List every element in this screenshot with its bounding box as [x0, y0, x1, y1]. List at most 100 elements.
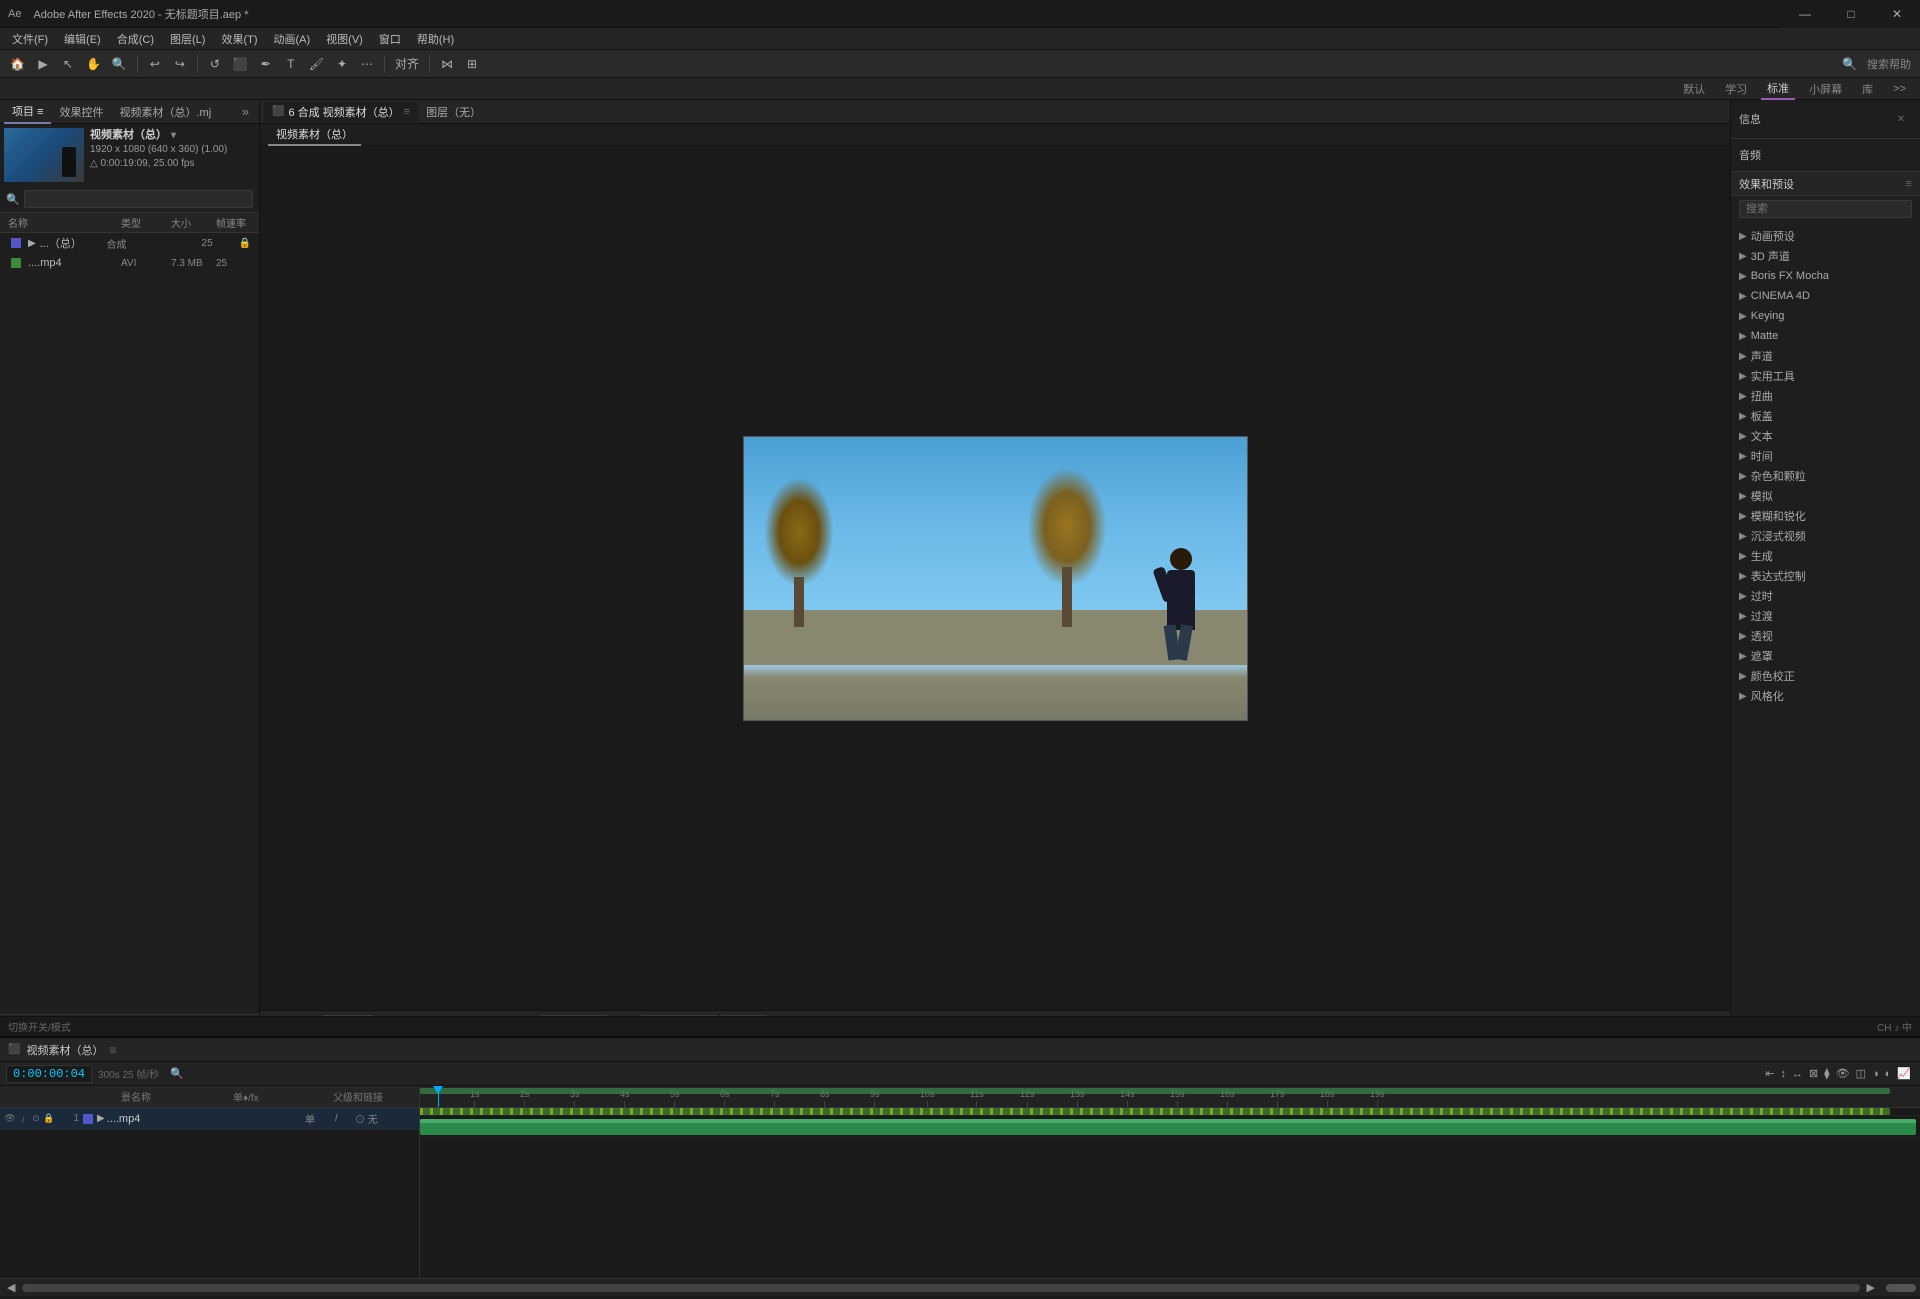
- project-search-input[interactable]: [24, 190, 253, 208]
- layer-audio-icon[interactable]: ♪: [17, 1113, 29, 1125]
- menu-effects[interactable]: 效果(T): [213, 28, 265, 50]
- ws-standard[interactable]: 标准: [1761, 78, 1795, 100]
- markers-btn[interactable]: ⧫: [1821, 1063, 1832, 1085]
- ws-library[interactable]: 库: [1856, 79, 1879, 99]
- undo-button[interactable]: ↩: [144, 53, 166, 75]
- fx-mask[interactable]: ▶ 遮罩: [1731, 646, 1920, 666]
- comp-tab-main[interactable]: ⬛ 6 合成 视频素材（总） ≡: [264, 102, 418, 122]
- rotate-tool[interactable]: ↺: [204, 53, 226, 75]
- effects-search-input[interactable]: [1739, 200, 1912, 218]
- menu-composition[interactable]: 合成(C): [109, 28, 162, 50]
- fx-cinema4d[interactable]: ▶ CINEMA 4D: [1731, 286, 1920, 306]
- fx-text[interactable]: ▶ 文本: [1731, 426, 1920, 446]
- layer-color-swatch-1[interactable]: [83, 1114, 93, 1124]
- timeline-current-time[interactable]: 0:00:00:04: [6, 1065, 92, 1083]
- minimize-button[interactable]: —: [1782, 0, 1828, 28]
- frame-blend-btn[interactable]: ◐: [1882, 1063, 1895, 1085]
- tab-footage[interactable]: 视频素材（总）.mj: [111, 100, 219, 124]
- trim-comp-btn[interactable]: ⊠: [1806, 1063, 1821, 1085]
- layer-expand-arrow[interactable]: ▶: [97, 1113, 105, 1124]
- fx-time[interactable]: ▶ 时间: [1731, 446, 1920, 466]
- stamp-tool[interactable]: ✦: [331, 53, 353, 75]
- fx-transition[interactable]: ▶ 过渡: [1731, 606, 1920, 626]
- menu-help[interactable]: 帮助(H): [409, 28, 462, 50]
- fx-distort[interactable]: ▶ 扭曲: [1731, 386, 1920, 406]
- file-item-comp[interactable]: ▶ ...（总） 合成 25 🔒: [0, 233, 259, 253]
- menu-window[interactable]: 窗口: [371, 28, 409, 50]
- prev-frame-btn[interactable]: ⇤: [1762, 1063, 1777, 1085]
- menu-file[interactable]: 文件(F): [4, 28, 56, 50]
- playhead[interactable]: [438, 1086, 439, 1107]
- info-close-button[interactable]: ✕: [1890, 108, 1912, 130]
- fx-noise-grain[interactable]: ▶ 杂色和颗粒: [1731, 466, 1920, 486]
- fx-perspective[interactable]: ▶ 透视: [1731, 626, 1920, 646]
- pen-tool[interactable]: ✒: [255, 53, 277, 75]
- fx-boris-mocha[interactable]: ▶ Boris FX Mocha: [1731, 266, 1920, 286]
- menu-animation[interactable]: 动画(A): [266, 28, 319, 50]
- fx-expression-controls[interactable]: ▶ 表达式控制: [1731, 566, 1920, 586]
- draft-btn[interactable]: ◫: [1853, 1063, 1869, 1085]
- fx-color-correction[interactable]: ▶ 颜色校正: [1731, 666, 1920, 686]
- fx-utility[interactable]: ▶ 实用工具: [1731, 366, 1920, 386]
- file-item-avi[interactable]: ....mp4 AVI 7.3 MB 25: [0, 253, 259, 273]
- move-layer-btn[interactable]: ↕: [1777, 1063, 1789, 1085]
- motion-blur-btn[interactable]: ◑: [1869, 1063, 1882, 1085]
- fx-generate[interactable]: ▶ 生成: [1731, 546, 1920, 566]
- maximize-button[interactable]: □: [1828, 0, 1874, 28]
- 3d-button[interactable]: ⊞: [461, 53, 483, 75]
- tl-zoom-thumb[interactable]: [1886, 1284, 1916, 1292]
- zoom-tool[interactable]: 🔍: [108, 53, 131, 75]
- fx-obsolete[interactable]: ▶ 过时: [1731, 586, 1920, 606]
- ws-more[interactable]: >>: [1887, 81, 1912, 97]
- graph-editor-btn[interactable]: 📈: [1894, 1063, 1914, 1085]
- shy-btn[interactable]: 👁: [1833, 1063, 1853, 1085]
- tab-effects-controls[interactable]: 效果控件: [51, 100, 111, 124]
- tl-scroll-left[interactable]: ◀: [4, 1277, 18, 1299]
- close-button[interactable]: ✕: [1874, 0, 1920, 28]
- fx-stylize[interactable]: ▶ 风格化: [1731, 686, 1920, 706]
- viewer-tab-footage[interactable]: 视频素材（总）: [268, 124, 361, 146]
- track-bar-1[interactable]: [420, 1119, 1916, 1135]
- play-button[interactable]: ▶: [32, 53, 54, 75]
- search-icon-tl[interactable]: 🔍: [167, 1063, 187, 1085]
- effects-more-icon[interactable]: ≡: [1906, 178, 1912, 190]
- redo-button[interactable]: ↪: [169, 53, 191, 75]
- work-area-bar[interactable]: [420, 1088, 1890, 1094]
- tools-group[interactable]: ⬛: [229, 53, 252, 75]
- timeline-tab[interactable]: ⬛ 视频素材（总） ≡: [8, 1042, 116, 1058]
- fx-cover[interactable]: ▶ 板盖: [1731, 406, 1920, 426]
- fx-3d-channel[interactable]: ▶ 3D 声道: [1731, 246, 1920, 266]
- layer-solo-icon[interactable]: ⊙: [30, 1113, 42, 1125]
- ws-default[interactable]: 默认: [1677, 79, 1711, 99]
- panel-more-button[interactable]: »: [236, 104, 255, 119]
- menu-layer[interactable]: 图层(L): [162, 28, 213, 50]
- tab-project[interactable]: 项目 ≡: [4, 100, 51, 124]
- search-button[interactable]: 🔍: [1838, 53, 1861, 75]
- home-button[interactable]: 🏠: [6, 53, 29, 75]
- fx-immersive-video[interactable]: ▶ 沉浸式视频: [1731, 526, 1920, 546]
- menu-edit[interactable]: 编辑(E): [56, 28, 109, 50]
- fx-simulate[interactable]: ▶ 模拟: [1731, 486, 1920, 506]
- menu-view[interactable]: 视图(V): [318, 28, 371, 50]
- tl-scroll-right[interactable]: ▶: [1864, 1277, 1878, 1299]
- layer-row-1[interactable]: 👁 ♪ ⊙ 🔒 1 ▶ ....mp4 单 / ⊙ 无: [0, 1108, 419, 1130]
- fx-blur-sharpen[interactable]: ▶ 模糊和锐化: [1731, 506, 1920, 526]
- ws-learn[interactable]: 学习: [1719, 79, 1753, 99]
- select-tool[interactable]: ↖: [57, 53, 79, 75]
- ws-small[interactable]: 小屏幕: [1803, 79, 1848, 99]
- snap-button[interactable]: ⋈: [436, 53, 458, 75]
- comp-tab-layers[interactable]: 图层（无）: [418, 102, 489, 122]
- puppet-tool[interactable]: ⋯: [356, 53, 378, 75]
- text-tool[interactable]: T: [280, 53, 302, 75]
- fx-keying[interactable]: ▶ Keying: [1731, 306, 1920, 326]
- layer-eye-icon[interactable]: 👁: [4, 1113, 16, 1125]
- hand-tool[interactable]: ✋: [82, 53, 105, 75]
- fx-matte[interactable]: ▶ Matte: [1731, 326, 1920, 346]
- tl-scroll-thumb[interactable]: [22, 1284, 1859, 1292]
- layer-lock-icon[interactable]: 🔒: [43, 1113, 55, 1125]
- align-button[interactable]: 对齐: [391, 53, 423, 75]
- fx-channel[interactable]: ▶ 声道: [1731, 346, 1920, 366]
- move-work-area-btn[interactable]: ↔: [1789, 1063, 1806, 1085]
- fx-animation-presets[interactable]: ▶ 动画预设: [1731, 226, 1920, 246]
- brush-tool[interactable]: 🖌: [305, 53, 328, 75]
